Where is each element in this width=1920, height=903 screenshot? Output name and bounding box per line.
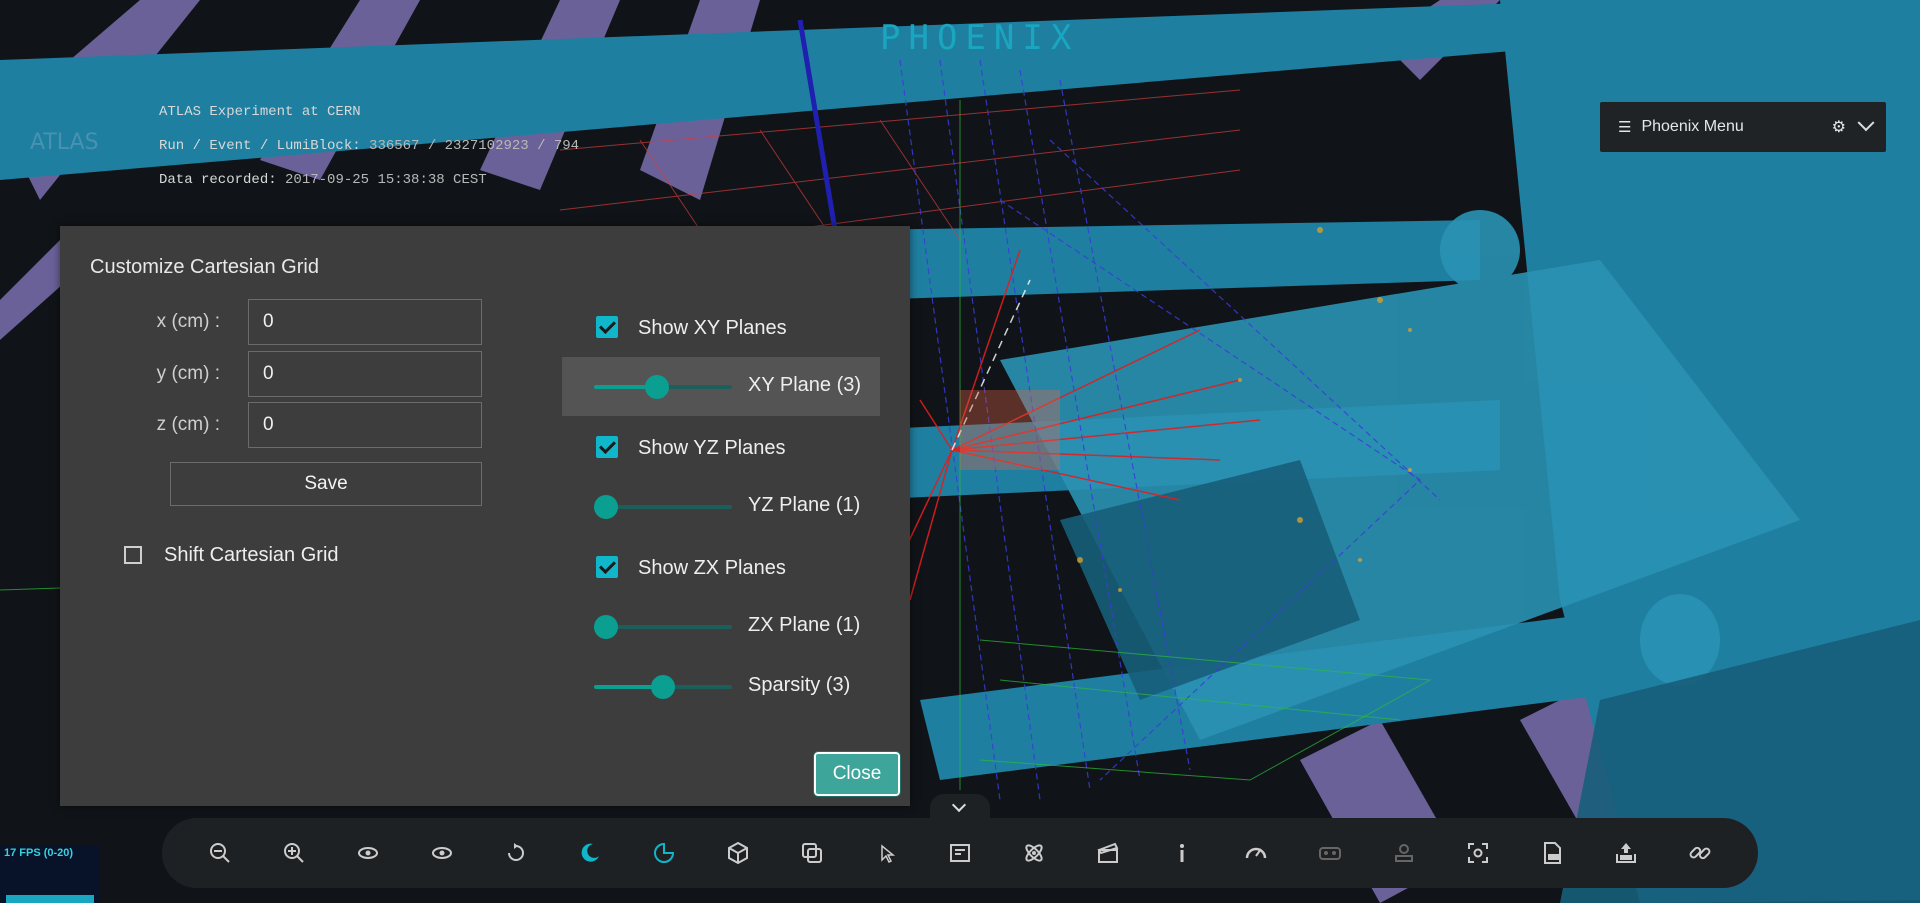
auto-rotate-icon	[508, 843, 524, 861]
phoenix-menu-label: Phoenix Menu	[1641, 118, 1744, 135]
toolbar-toggle[interactable]	[930, 794, 990, 820]
zoom-in-icon	[284, 843, 304, 863]
export-png-button[interactable]	[1532, 833, 1572, 873]
screenshot-icon	[1468, 843, 1488, 863]
event-selector-button[interactable]	[1014, 833, 1054, 873]
yz-slider-thumb[interactable]	[594, 495, 618, 519]
share-link-icon	[1689, 846, 1711, 860]
dark-theme-button[interactable]	[570, 833, 610, 873]
vr-button[interactable]	[1310, 833, 1350, 873]
list-icon: ☰	[1618, 119, 1632, 136]
info-icon	[1180, 844, 1184, 862]
overlay-view-icon	[802, 843, 822, 863]
run-info: Run / Event / LumiBlock: 336567 / 232710…	[159, 138, 579, 154]
zx-plane-label: ZX Plane (1)	[748, 614, 861, 636]
screenshot-button[interactable]	[1458, 833, 1498, 873]
info-panel-button[interactable]	[940, 833, 980, 873]
performance-icon	[1245, 847, 1267, 859]
geometry-button[interactable]	[718, 833, 758, 873]
fps-graph	[6, 895, 94, 903]
zoom-out-button[interactable]	[200, 833, 240, 873]
dark-theme-icon	[581, 843, 599, 862]
y-field-label: y (cm) :	[156, 363, 220, 384]
animate-button[interactable]	[1088, 833, 1128, 873]
yz-plane-label: YZ Plane (1)	[748, 494, 861, 516]
ar-button[interactable]	[1384, 833, 1424, 873]
ui-toolbar	[162, 818, 1758, 888]
z-input[interactable]	[248, 402, 482, 448]
sparsity-slider-thumb[interactable]	[651, 675, 675, 699]
zoom-out-icon	[210, 843, 230, 863]
gear-icon[interactable]: ⚙	[1832, 117, 1846, 137]
export-png-icon	[1544, 842, 1561, 864]
xy-plane-label: XY Plane (3)	[748, 374, 862, 396]
left-view-icon	[358, 847, 378, 859]
share-link-button[interactable]	[1680, 833, 1720, 873]
x-input[interactable]	[248, 299, 482, 345]
show-yz-checkbox[interactable]	[596, 436, 618, 458]
fps-label: 17 FPS (0-20)	[4, 847, 74, 859]
vr-icon	[1319, 847, 1341, 860]
y-input[interactable]	[248, 351, 482, 397]
clipping-button[interactable]	[644, 833, 684, 873]
phoenix-logo: PHOENIX	[880, 18, 1079, 58]
geometry-icon	[728, 841, 748, 865]
z-field-label: z (cm) :	[156, 414, 220, 435]
import-button[interactable]	[1606, 833, 1646, 873]
date-label: Data recorded:	[159, 172, 277, 188]
event-selector-icon	[1025, 844, 1043, 862]
zx-slider-thumb[interactable]	[594, 615, 618, 639]
show-yz-label: Show YZ Planes	[638, 437, 786, 459]
close-button[interactable]: Close	[813, 751, 901, 797]
clipping-icon	[654, 842, 675, 863]
performance-button[interactable]	[1236, 833, 1276, 873]
phoenix-logo-text: PHOENIX	[880, 18, 1080, 58]
x-field-label: x (cm) :	[156, 311, 220, 332]
fps-meter: 17 FPS (0-20)	[0, 845, 100, 903]
left-view-button[interactable]	[348, 833, 388, 873]
auto-rotate-button[interactable]	[496, 833, 536, 873]
dialog-title: Customize Cartesian Grid	[90, 256, 319, 278]
sparsity-slider[interactable]	[594, 675, 732, 699]
show-zx-label: Show ZX Planes	[638, 557, 786, 579]
date-value: 2017-09-25 15:38:38 CEST	[285, 172, 487, 188]
object-selection-icon	[881, 844, 896, 864]
shift-grid-checkbox[interactable]	[124, 546, 142, 564]
run-value: 336567 / 2327102923 / 794	[369, 138, 580, 154]
object-selection-button[interactable]	[866, 833, 906, 873]
cartesian-grid-dialog: Customize Cartesian Grid x (cm) : y (cm)…	[60, 226, 910, 806]
zx-plane-slider[interactable]	[594, 615, 732, 639]
run-label: Run / Event / LumiBlock:	[159, 138, 361, 154]
save-button[interactable]: Save	[170, 462, 482, 506]
phoenix-menu[interactable]: ☰ Phoenix Menu ⚙	[1600, 102, 1886, 152]
zoom-in-button[interactable]	[274, 833, 314, 873]
right-view-button[interactable]	[422, 833, 462, 873]
import-icon	[1616, 843, 1636, 863]
overlay-view-button[interactable]	[792, 833, 832, 873]
chevron-down-icon	[951, 797, 967, 813]
chevron-down-icon[interactable]	[1857, 114, 1875, 132]
atlas-logo-text: ATLAS	[30, 130, 99, 155]
right-view-icon	[432, 847, 452, 859]
sparsity-label: Sparsity (3)	[748, 674, 851, 696]
xy-plane-slider[interactable]	[594, 375, 732, 399]
info-panel-icon	[950, 844, 970, 862]
experiment-info: ATLAS Experiment at CERN	[159, 104, 361, 120]
show-xy-checkbox[interactable]	[596, 316, 618, 338]
animate-icon	[1097, 842, 1119, 863]
experiment-name: ATLAS Experiment at CERN	[159, 104, 361, 120]
date-info: Data recorded: 2017-09-25 15:38:38 CEST	[159, 172, 487, 188]
show-xy-label: Show XY Planes	[638, 317, 787, 339]
show-zx-checkbox[interactable]	[596, 556, 618, 578]
ar-icon	[1395, 844, 1413, 862]
yz-plane-slider[interactable]	[594, 495, 732, 519]
atlas-logo: ATLAS	[30, 130, 99, 155]
info-button[interactable]	[1162, 833, 1202, 873]
shift-grid-label: Shift Cartesian Grid	[164, 544, 339, 566]
